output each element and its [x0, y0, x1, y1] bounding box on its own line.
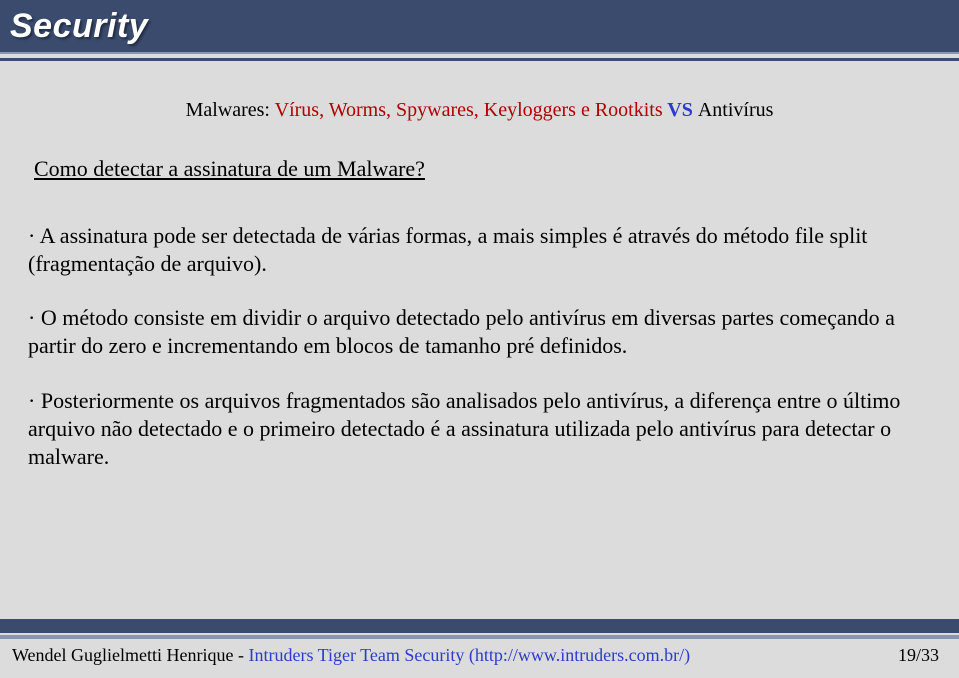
- footer-author: Wendel Guglielmetti Henrique: [12, 645, 233, 665]
- footer-sep: -: [233, 645, 248, 665]
- footer-org: Intruders Tiger Team Security (http://ww…: [248, 645, 690, 665]
- slide-content: Malwares: Vírus, Worms, Spywares, Keylog…: [0, 61, 959, 471]
- footer-text: Wendel Guglielmetti Henrique - Intruders…: [0, 639, 959, 678]
- header-underline: [0, 52, 959, 61]
- title-red: Vírus, Worms, Spywares, Keyloggers e Roo…: [275, 99, 663, 121]
- title-suffix: Antivírus: [698, 99, 774, 121]
- logo-text: Security: [10, 7, 148, 46]
- footer-left: Wendel Guglielmetti Henrique - Intruders…: [12, 645, 690, 666]
- footer-band-thick: [0, 619, 959, 633]
- footer: Wendel Guglielmetti Henrique - Intruders…: [0, 619, 959, 678]
- slide-title: Malwares: Vírus, Worms, Spywares, Keylog…: [28, 99, 931, 122]
- page-number: 19/33: [898, 645, 939, 666]
- slide-subtitle: Como detectar a assinatura de um Malware…: [34, 156, 931, 182]
- bullet-item: A assinatura pode ser detectada de vária…: [28, 222, 931, 278]
- bullet-item: O método consiste em dividir o arquivo d…: [28, 304, 931, 360]
- bullet-item: Posteriormente os arquivos fragmentados …: [28, 387, 931, 471]
- header-bar: Security: [0, 0, 959, 52]
- title-prefix: Malwares:: [186, 99, 275, 121]
- title-vs: VS: [663, 99, 698, 121]
